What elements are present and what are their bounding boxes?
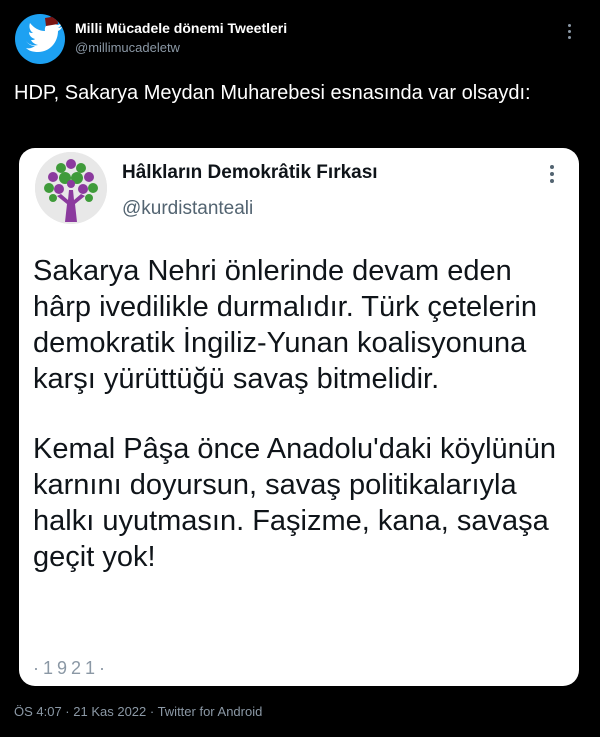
author-name[interactable]: Milli Mücadele dönemi Tweetleri <box>75 20 287 36</box>
more-dot <box>567 35 571 39</box>
embedded-paragraph-2: Kemal Pâşa önce Anadolu'daki köylünün ka… <box>33 433 557 573</box>
twitter-bird-fez-icon <box>26 14 62 52</box>
tweet-header: Milli Mücadele dönemi Tweetleri @millimu… <box>15 14 585 66</box>
more-dot <box>567 29 571 33</box>
embedded-author-name: Hâlkların Demokrâtik Fırkası <box>122 162 378 183</box>
embedded-paragraph-1: Sakarya Nehri önlerinde devam eden hârp … <box>33 255 537 395</box>
more-options-icon[interactable] <box>559 20 579 42</box>
embedded-tweet-body: Sakarya Nehri önlerinde devam eden hârp … <box>33 253 573 575</box>
embedded-avatar <box>35 152 107 224</box>
author-handle[interactable]: @millimucadeletw <box>75 40 180 55</box>
embedded-author-handle: @kurdistanteali <box>122 198 254 219</box>
more-dot <box>567 23 571 27</box>
more-dot <box>550 172 554 176</box>
embedded-more-icon <box>545 162 559 186</box>
embedded-tweet-image[interactable]: Hâlkların Demokrâtik Fırkası @kurdistant… <box>19 148 579 686</box>
more-dot <box>550 165 554 169</box>
author-avatar[interactable] <box>15 14 65 64</box>
embedded-date: ·1921· <box>33 658 110 678</box>
tree-logo-icon <box>35 152 107 224</box>
more-dot <box>550 179 554 183</box>
tweet-text: HDP, Sakarya Meydan Muharebesi esnasında… <box>14 82 531 104</box>
tweet-metadata[interactable]: ÖS 4:07 · 21 Kas 2022 · Twitter for Andr… <box>14 704 262 719</box>
